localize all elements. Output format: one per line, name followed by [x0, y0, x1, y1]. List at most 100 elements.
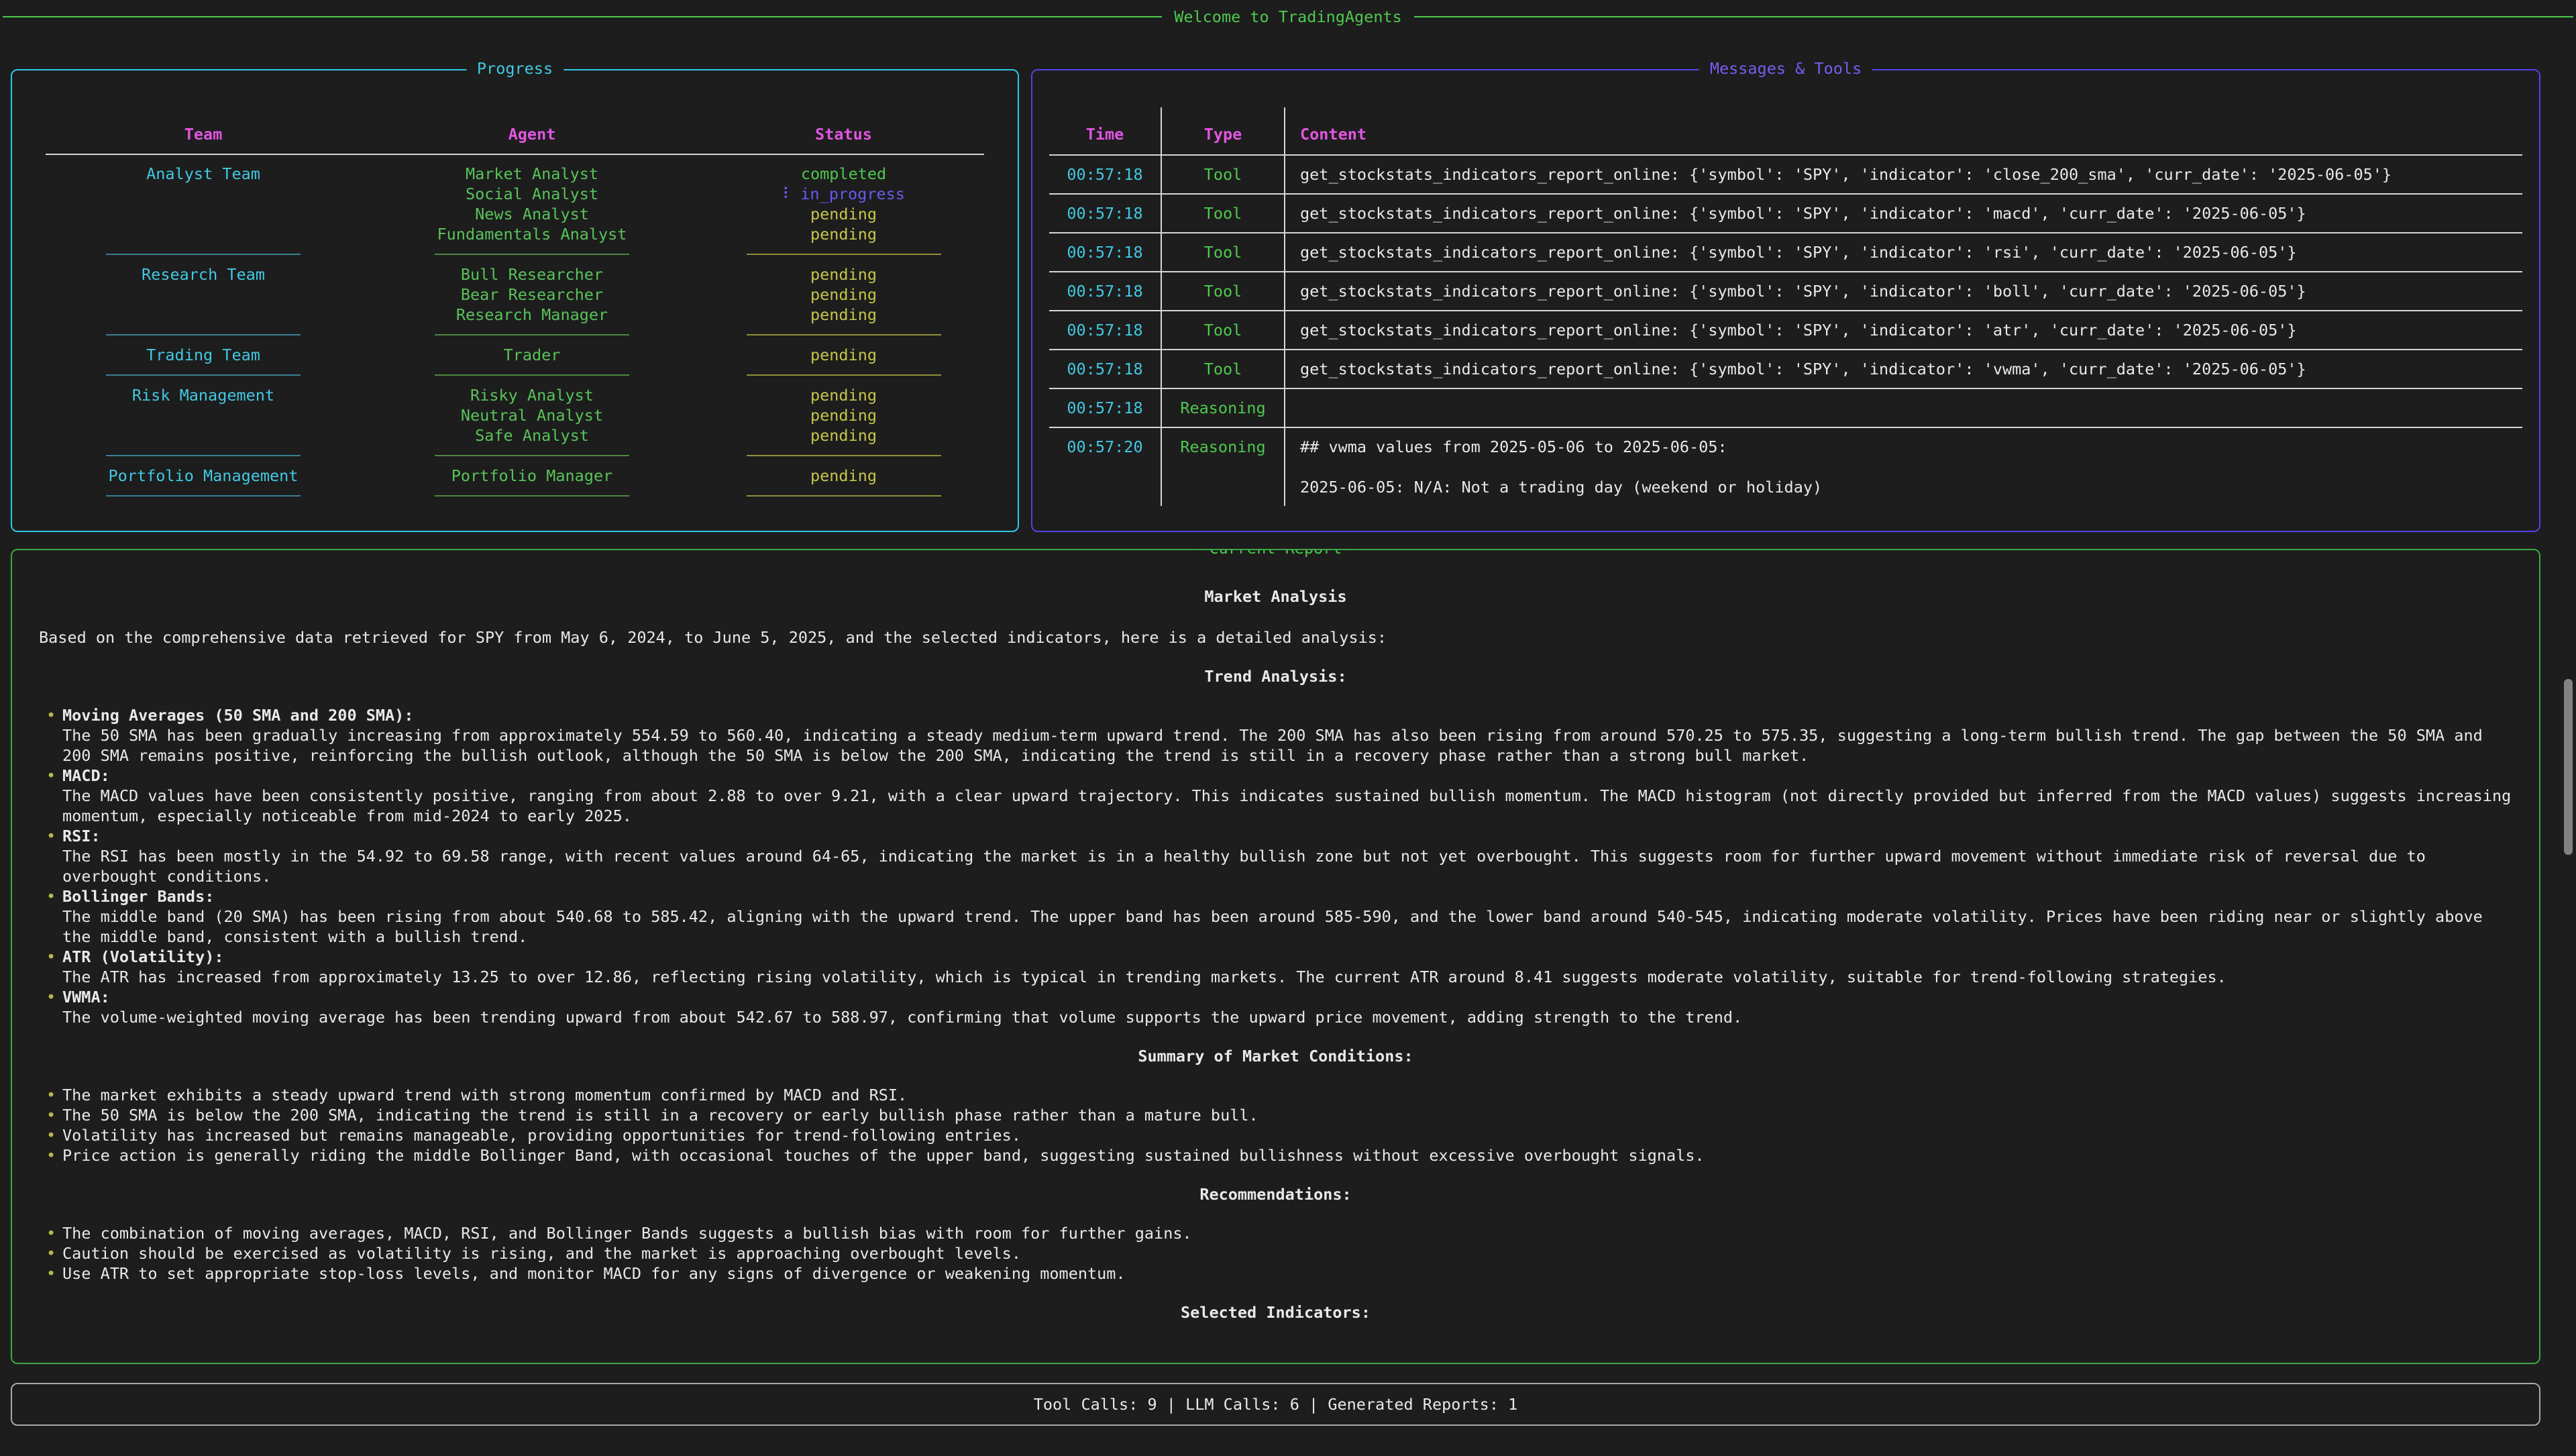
team-label: [42, 224, 364, 244]
rule-line-right: [1414, 16, 2573, 17]
bullet-text: The 50 SMA has been gradually increasing…: [62, 725, 2512, 766]
status-label: pending: [700, 284, 987, 305]
status-label: ⠇in_progress: [700, 184, 987, 204]
message-row: 00:57:18Toolget_stockstats_indicators_re…: [1049, 350, 2522, 388]
message-content: get_stockstats_indicators_report_online:…: [1285, 272, 2522, 311]
message-row: 00:57:20Reasoning ## vwma values from 202…: [1049, 427, 2522, 506]
progress-table-header: Team Agent Status: [12, 124, 1018, 144]
report-bullet-list: Moving Averages (50 SMA and 200 SMA):The…: [39, 705, 2512, 1027]
status-label: pending: [700, 345, 987, 365]
report-bullet: The 50 SMA is below the 200 SMA, indicat…: [39, 1105, 2512, 1125]
message-time: 00:57:18: [1049, 272, 1161, 311]
bullet-text: The ATR has increased from approximately…: [62, 967, 2512, 987]
bullet-text: Caution should be exercised as volatilit…: [62, 1243, 2512, 1263]
bullet-label: Bollinger Bands:: [62, 886, 2512, 906]
team-label: [42, 405, 364, 425]
status-label: pending: [700, 425, 987, 446]
message-content-line: get_stockstats_indicators_report_online:…: [1300, 281, 2522, 301]
message-content-line: [1300, 457, 2522, 477]
report-panel-title: Current Report: [1198, 549, 1352, 558]
message-content: get_stockstats_indicators_report_online:…: [1285, 350, 2522, 388]
message-content-line: get_stockstats_indicators_report_online:…: [1300, 164, 2522, 185]
team-label: [42, 204, 364, 224]
agent-label: News Analyst: [364, 204, 700, 224]
agent-label: Portfolio Manager: [364, 466, 700, 486]
bullet-text: The combination of moving averages, MACD…: [62, 1223, 2512, 1243]
agent-label: Trader: [364, 345, 700, 365]
status-separator-line: [747, 254, 941, 255]
progress-header-rule: [46, 154, 984, 155]
message-content: get_stockstats_indicators_report_online:…: [1285, 233, 2522, 272]
progress-col-status: Status: [700, 124, 987, 144]
team-label: Portfolio Management: [42, 466, 364, 486]
status-separator-line: [747, 334, 941, 335]
messages-table-body: 00:57:18Toolget_stockstats_indicators_re…: [1049, 155, 2522, 506]
report-body: Market Analysis Based on the comprehensi…: [12, 586, 2539, 1322]
bullet-text: Price action is generally riding the mid…: [62, 1145, 2512, 1165]
bullet-label: MACD:: [62, 766, 2512, 786]
scrollbar-thumb[interactable]: [2564, 679, 2573, 855]
status-label: pending: [700, 305, 987, 325]
message-content-line: get_stockstats_indicators_report_online:…: [1300, 359, 2522, 379]
bullet-text: The RSI has been mostly in the 54.92 to …: [62, 846, 2512, 886]
agent-separator-line: [435, 334, 629, 335]
progress-row: Risk ManagementRisky Analystpending: [12, 385, 1018, 405]
agent-label: Risky Analyst: [364, 385, 700, 405]
agent-separator-line: [435, 455, 629, 456]
progress-row: Research Managerpending: [12, 305, 1018, 325]
progress-panel: Progress Team Agent Status Analyst TeamM…: [11, 69, 1019, 532]
progress-panel-title: Progress: [466, 59, 564, 78]
status-label: completed: [700, 164, 987, 184]
app-title: Welcome to TradingAgents: [1174, 7, 1402, 26]
message-content: [1285, 388, 2522, 427]
message-content-line: ## vwma values from 2025-05-06 to 2025-0…: [1300, 437, 2522, 457]
progress-group-separator: [12, 446, 1018, 466]
report-section-heading: Recommendations:: [39, 1184, 2512, 1204]
team-separator-line: [106, 495, 301, 497]
message-type: Tool: [1161, 350, 1285, 388]
report-bullet: Price action is generally riding the mid…: [39, 1145, 2512, 1165]
report-bullet: Caution should be exercised as volatilit…: [39, 1243, 2512, 1263]
spinner-icon: ⠇: [782, 185, 794, 203]
message-type: Reasoning: [1161, 388, 1285, 427]
app-header-rule: Welcome to TradingAgents: [3, 7, 2573, 27]
report-intro: Based on the comprehensive data retrieve…: [39, 627, 2512, 647]
team-label: Analyst Team: [42, 164, 364, 184]
message-content: get_stockstats_indicators_report_online:…: [1285, 155, 2522, 194]
status-separator-line: [747, 374, 941, 376]
bullet-text: The middle band (20 SMA) has been rising…: [62, 906, 2512, 947]
message-type: Reasoning: [1161, 427, 1285, 506]
team-label: [42, 284, 364, 305]
report-bullet: Volatility has increased but remains man…: [39, 1125, 2512, 1145]
progress-col-team: Team: [42, 124, 364, 144]
status-separator-line: [747, 495, 941, 497]
message-type: Tool: [1161, 272, 1285, 311]
message-time: 00:57:20: [1049, 427, 1161, 506]
progress-table-body: Analyst TeamMarket AnalystcompletedSocia…: [12, 164, 1018, 506]
agent-label: Social Analyst: [364, 184, 700, 204]
bullet-text: The 50 SMA is below the 200 SMA, indicat…: [62, 1105, 2512, 1125]
messages-col-content: Content: [1285, 107, 2522, 155]
progress-row: Research TeamBull Researcherpending: [12, 264, 1018, 284]
team-separator-line: [106, 334, 301, 335]
message-type: Tool: [1161, 155, 1285, 194]
messages-panel-title: Messages & Tools: [1699, 59, 1872, 78]
bullet-label: Moving Averages (50 SMA and 200 SMA):: [62, 705, 2512, 725]
team-label: Trading Team: [42, 345, 364, 365]
report-bullet: Bollinger Bands:The middle band (20 SMA)…: [39, 886, 2512, 947]
report-section-heading: Trend Analysis:: [39, 666, 2512, 686]
progress-row: Safe Analystpending: [12, 425, 1018, 446]
team-label: Risk Management: [42, 385, 364, 405]
status-label: pending: [700, 385, 987, 405]
agent-label: Fundamentals Analyst: [364, 224, 700, 244]
status-label: pending: [700, 224, 987, 244]
progress-group-separator: [12, 365, 1018, 385]
agent-label: Neutral Analyst: [364, 405, 700, 425]
progress-row: Fundamentals Analystpending: [12, 224, 1018, 244]
stats-bar: Tool Calls: 9 | LLM Calls: 6 | Generated…: [11, 1383, 2540, 1426]
agent-label: Research Manager: [364, 305, 700, 325]
report-bullet: VWMA:The volume-weighted moving average …: [39, 987, 2512, 1027]
progress-row: Portfolio ManagementPortfolio Managerpen…: [12, 466, 1018, 486]
agent-label: Market Analyst: [364, 164, 700, 184]
progress-group-separator: [12, 486, 1018, 506]
